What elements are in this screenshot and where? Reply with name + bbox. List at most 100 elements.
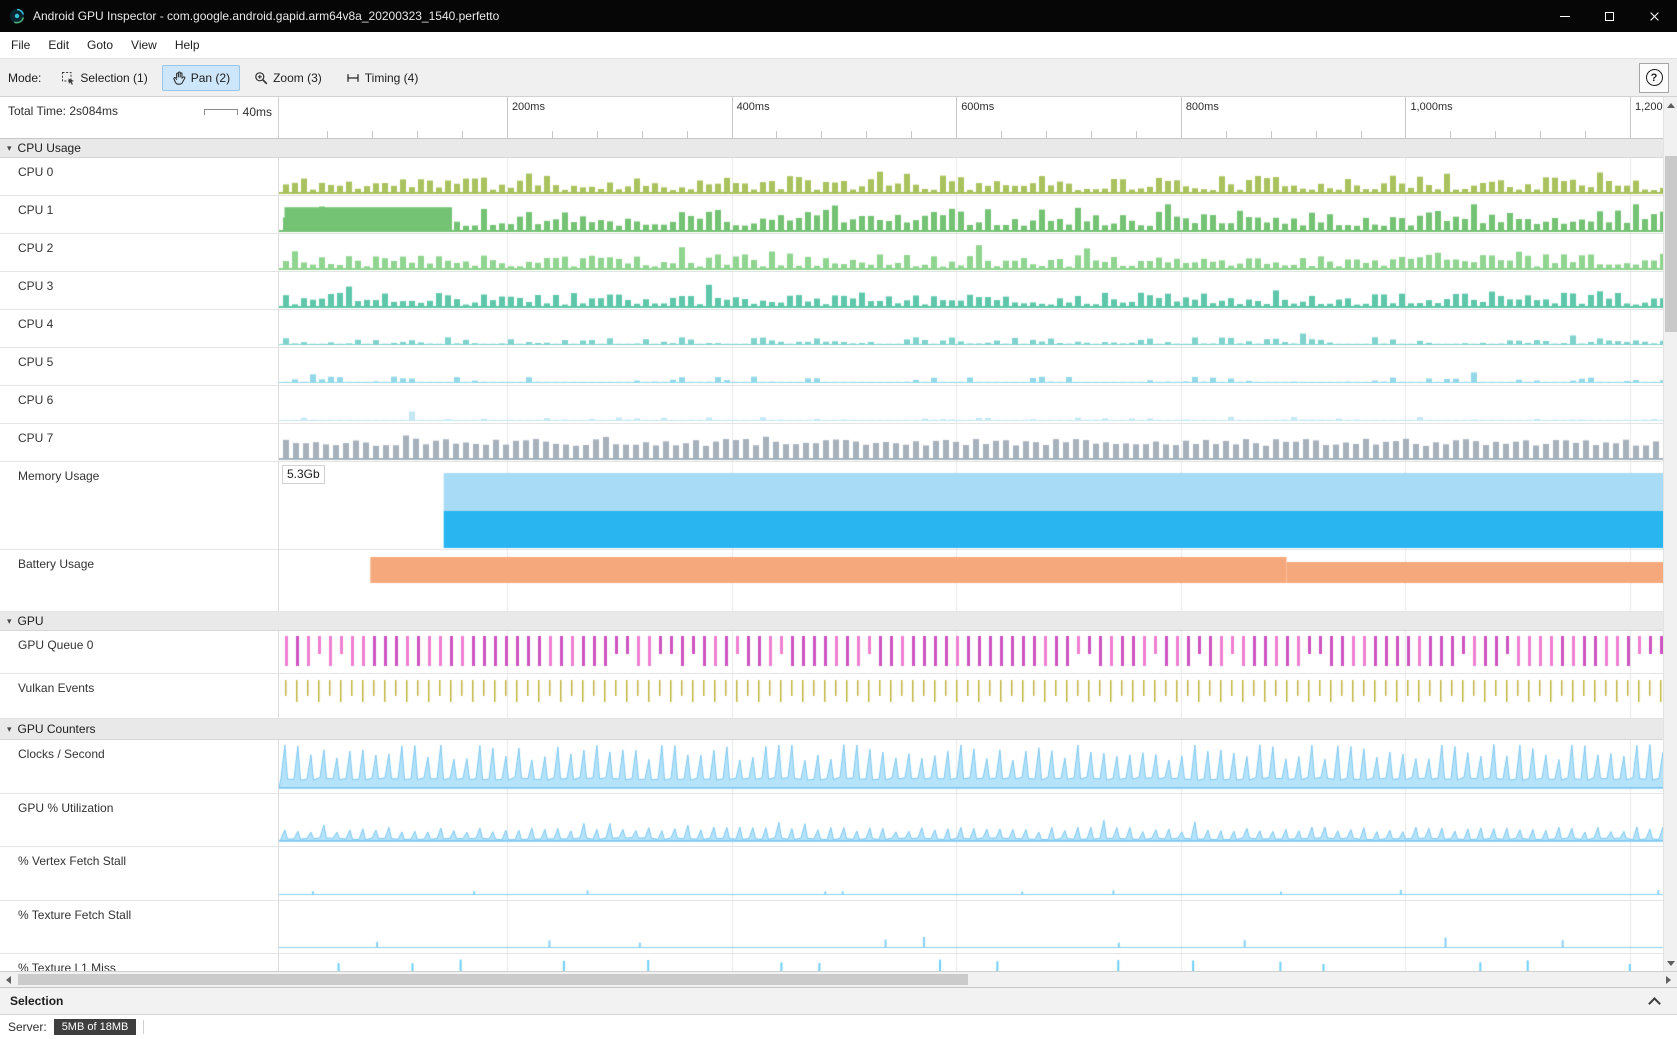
- status-separator: [143, 1020, 144, 1034]
- menu-item-goto[interactable]: Goto: [78, 32, 122, 58]
- ruler-tick-minor: [1136, 131, 1137, 138]
- track-timeline-cpu-2[interactable]: [279, 234, 1663, 271]
- menu-item-help[interactable]: Help: [166, 32, 209, 58]
- scroll-right-button[interactable]: [1661, 972, 1677, 987]
- vertical-scrollbar[interactable]: [1663, 97, 1677, 971]
- horizontal-scrollbar-thumb[interactable]: [18, 974, 968, 985]
- mode-button-label: Zoom (3): [273, 71, 322, 85]
- track-row-cpu-5: CPU 5: [0, 348, 1663, 386]
- minimize-button[interactable]: [1542, 0, 1587, 32]
- menu-item-view[interactable]: View: [122, 32, 166, 58]
- maximize-button[interactable]: [1587, 0, 1632, 32]
- track-chart-clocks-second: [279, 740, 1663, 793]
- arrow-up-icon: [1667, 99, 1675, 108]
- help-button[interactable]: ?: [1639, 63, 1669, 93]
- mode-buttons: Selection (1) Pan (2) Zoom (3) Timing (4): [51, 65, 432, 91]
- selection-icon: [61, 71, 75, 85]
- zoom-icon: [254, 71, 268, 85]
- section-title: GPU: [18, 614, 44, 628]
- mode-button-pan-2[interactable]: Pan (2): [162, 65, 240, 91]
- mode-button-zoom-3[interactable]: Zoom (3): [244, 65, 332, 91]
- vertical-scrollbar-thumb[interactable]: [1665, 156, 1677, 332]
- track-timeline-texture-fetch-stall[interactable]: [279, 901, 1663, 953]
- track-timeline-vertex-fetch-stall[interactable]: [279, 847, 1663, 900]
- ruler-timeline[interactable]: 200ms400ms600ms800ms1,000ms1,200ms: [279, 97, 1663, 138]
- menu-item-edit[interactable]: Edit: [39, 32, 78, 58]
- ruler-tick-minor: [552, 131, 553, 138]
- section-header-gpu[interactable]: ▾GPU: [0, 612, 1663, 631]
- selection-panel-title: Selection: [10, 994, 63, 1008]
- track-row-cpu-1: CPU 1: [0, 196, 1663, 234]
- scroll-down-button[interactable]: [1664, 956, 1677, 971]
- status-bar: Server: 5MB of 18MB: [0, 1014, 1677, 1039]
- ruler-tick-major: 800ms: [1181, 97, 1182, 138]
- ruler-tick-minor: [1585, 131, 1586, 138]
- app-window: Android GPU Inspector - com.google.andro…: [0, 0, 1677, 1039]
- tracks-viewport: ▾CPU UsageCPU 0CPU 1CPU 2CPU 3CPU 4CPU 5…: [0, 139, 1663, 971]
- ruler-tick-minor: [417, 131, 418, 138]
- menu-item-file[interactable]: File: [2, 32, 39, 58]
- track-timeline-memory-usage[interactable]: 5.3Gb: [279, 462, 1663, 549]
- track-chart-battery-usage: [279, 550, 1663, 611]
- ruler-tick-minor: [687, 131, 688, 138]
- track-timeline-cpu-4[interactable]: [279, 310, 1663, 347]
- track-timeline-cpu-5[interactable]: [279, 348, 1663, 385]
- track-timeline-battery-usage[interactable]: [279, 550, 1663, 611]
- track-value-label: 5.3Gb: [282, 465, 325, 484]
- mode-button-label: Selection (1): [80, 71, 147, 85]
- section-header-cpu-usage[interactable]: ▾CPU Usage: [0, 139, 1663, 158]
- server-memory-badge: 5MB of 18MB: [54, 1019, 137, 1035]
- ruler-tick-minor: [1450, 131, 1451, 138]
- close-button[interactable]: [1632, 0, 1677, 32]
- mode-button-timing-4[interactable]: Timing (4): [336, 65, 429, 91]
- ruler-tick-minor: [597, 131, 598, 138]
- section-header-gpu-counters[interactable]: ▾GPU Counters: [0, 719, 1663, 740]
- section-title: CPU Usage: [18, 141, 81, 155]
- track-label-cpu-3: CPU 3: [0, 272, 279, 309]
- track-timeline-gpu-queue-0[interactable]: [279, 631, 1663, 673]
- track-timeline-clocks-second[interactable]: [279, 740, 1663, 793]
- ruler-tick-minor: [1361, 131, 1362, 138]
- track-row-battery-usage: Battery Usage: [0, 550, 1663, 612]
- track-timeline-cpu-0[interactable]: [279, 158, 1663, 195]
- track-row-gpu-queue-0: GPU Queue 0: [0, 631, 1663, 674]
- scroll-left-button[interactable]: [0, 972, 16, 987]
- toolbar: Mode: Selection (1)Pan (2)Zoom (3)Timing…: [0, 58, 1677, 97]
- track-chart-cpu-0: [279, 158, 1663, 195]
- track-row-cpu-3: CPU 3: [0, 272, 1663, 310]
- horizontal-scrollbar[interactable]: [0, 971, 1677, 987]
- timing-icon: [346, 71, 360, 85]
- ruler-tick-minor: [911, 131, 912, 138]
- ruler-tick-major: 200ms: [507, 97, 508, 138]
- track-row-texture-fetch-stall: % Texture Fetch Stall: [0, 901, 1663, 954]
- track-chart-texture-fetch-stall: [279, 901, 1663, 953]
- server-label: Server:: [8, 1020, 47, 1034]
- ruler-tick-minor: [1540, 131, 1541, 138]
- ruler-tick-minor: [1091, 131, 1092, 138]
- scroll-up-button[interactable]: [1664, 97, 1677, 112]
- track-chart-cpu-2: [279, 234, 1663, 271]
- track-label-gpu-utilization: GPU % Utilization: [0, 794, 279, 846]
- track-timeline-vulkan-events[interactable]: [279, 674, 1663, 718]
- track-timeline-gpu-utilization[interactable]: [279, 794, 1663, 846]
- mode-button-selection-1[interactable]: Selection (1): [51, 65, 157, 91]
- ruler-tick-minor: [327, 131, 328, 138]
- track-timeline-texture-l1-miss[interactable]: [279, 954, 1663, 971]
- track-label-vulkan-events: Vulkan Events: [0, 674, 279, 718]
- track-timeline-cpu-7[interactable]: [279, 424, 1663, 461]
- expand-panel-icon[interactable]: [1648, 997, 1661, 1010]
- track-timeline-cpu-3[interactable]: [279, 272, 1663, 309]
- window-title: Android GPU Inspector - com.google.andro…: [33, 9, 1542, 23]
- track-label-texture-l1-miss: % Texture L1 Miss: [0, 954, 279, 971]
- track-row-vertex-fetch-stall: % Vertex Fetch Stall: [0, 847, 1663, 901]
- track-row-cpu-0: CPU 0: [0, 158, 1663, 196]
- track-label-vertex-fetch-stall: % Vertex Fetch Stall: [0, 847, 279, 900]
- ruler-scale-widget: 40ms: [204, 105, 272, 119]
- track-row-cpu-6: CPU 6: [0, 386, 1663, 424]
- track-chart-cpu-5: [279, 348, 1663, 385]
- track-chart-vertex-fetch-stall: [279, 847, 1663, 900]
- track-timeline-cpu-1[interactable]: [279, 196, 1663, 233]
- track-timeline-cpu-6[interactable]: [279, 386, 1663, 423]
- track-row-cpu-7: CPU 7: [0, 424, 1663, 462]
- total-time-label: Total Time: 2s084ms: [8, 104, 118, 118]
